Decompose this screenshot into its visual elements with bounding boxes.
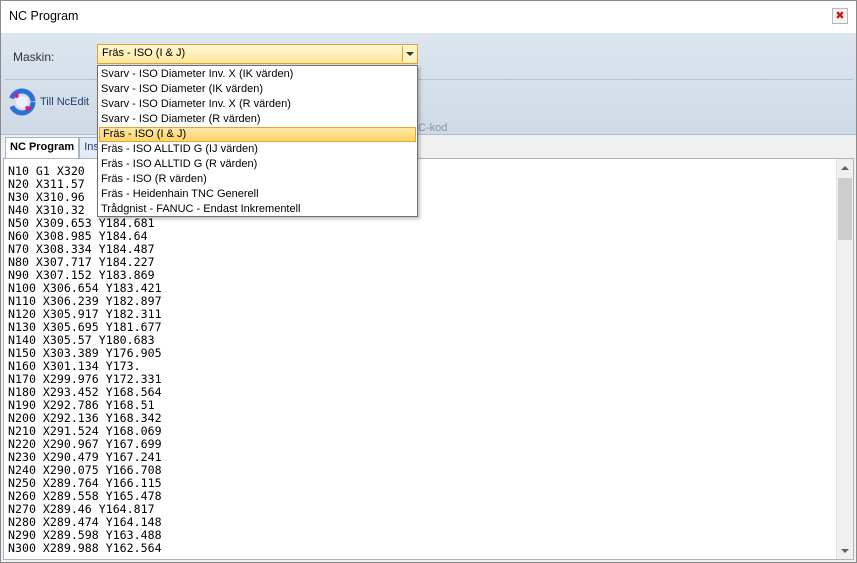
dropdown-option[interactable]: Fräs - ISO ALLTID G (R värden): [98, 157, 417, 172]
c-kod-label[interactable]: C-kod: [418, 122, 447, 134]
till-ncedit-label: Till NcEdit: [40, 96, 90, 108]
arrow-up-icon: [841, 165, 849, 170]
tab-nc-program[interactable]: NC Program: [5, 137, 80, 159]
scroll-down-button[interactable]: [837, 542, 853, 559]
scroll-up-button[interactable]: [837, 159, 853, 176]
scroll-thumb[interactable]: [838, 178, 852, 240]
dropdown-option[interactable]: Svarv - ISO Diameter (IK värden): [98, 82, 417, 97]
nc-code-editor[interactable]: N10 G1 X320 N20 X311.57 N30 X310.96 N40 X31…: [3, 158, 854, 560]
dropdown-option[interactable]: Fräs - ISO (I & J): [99, 127, 416, 142]
code-line[interactable]: N300 X289.988 Y162.564: [8, 542, 162, 555]
dropdown-option[interactable]: Trådgnist - FANUC - Endast Inkrementell: [98, 202, 417, 217]
nc-code-text[interactable]: N10 G1 X320 N20 X311.57 N30 X310.96 N40 X31…: [8, 165, 162, 555]
close-button[interactable]: ✖: [832, 8, 848, 24]
close-icon: ✖: [835, 9, 845, 22]
refresh-arrows-icon: [8, 88, 36, 116]
title-bar: NC Program ✖: [1, 1, 856, 33]
dropdown-option[interactable]: Svarv - ISO Diameter Inv. X (R värden): [98, 97, 417, 112]
window-title: NC Program: [9, 9, 79, 23]
maskin-dropdown-list[interactable]: Svarv - ISO Diameter Inv. X (IK värden) S…: [97, 65, 418, 217]
arrow-down-icon: [841, 548, 849, 553]
dropdown-option[interactable]: Svarv - ISO Diameter (R värden): [98, 112, 417, 127]
dropdown-option[interactable]: Fräs - ISO (R värden): [98, 172, 417, 187]
till-ncedit-button[interactable]: Till NcEdit: [7, 85, 89, 119]
dropdown-arrow-button[interactable]: [402, 46, 416, 62]
dropdown-option[interactable]: Fräs - ISO ALLTID G (IJ värden): [98, 142, 417, 157]
nc-program-window: NC Program ✖ Maskin: Fräs - ISO (I & J) …: [0, 0, 857, 563]
maskin-selected-value: Fräs - ISO (I & J): [102, 47, 186, 59]
tab-strip: NC Program Inst: [5, 137, 107, 159]
chevron-down-icon: [405, 52, 414, 56]
maskin-select[interactable]: Fräs - ISO (I & J): [97, 44, 418, 64]
dropdown-option[interactable]: Fräs - Heidenhain TNC Generell: [98, 187, 417, 202]
vertical-scrollbar[interactable]: [836, 159, 853, 559]
dropdown-option[interactable]: Svarv - ISO Diameter Inv. X (IK värden): [98, 67, 417, 82]
maskin-label: Maskin:: [13, 50, 55, 64]
